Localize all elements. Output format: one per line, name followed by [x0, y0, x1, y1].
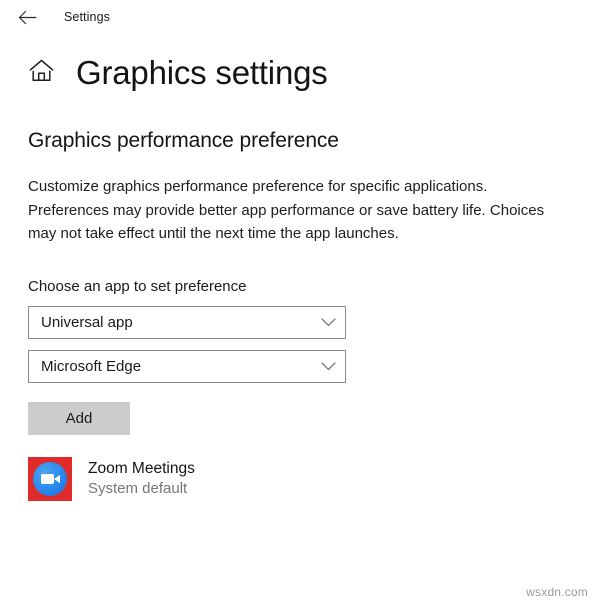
- titlebar-label: Settings: [64, 10, 110, 24]
- watermark: wsxdn.com: [526, 585, 588, 599]
- section-description: Customize graphics performance preferenc…: [28, 178, 545, 243]
- app-status: System default: [88, 480, 188, 498]
- main-content: Graphics performance preference Customiz…: [0, 129, 600, 502]
- back-arrow-icon: [18, 10, 37, 25]
- page-header: Graphics settings: [0, 56, 600, 89]
- page-title: Graphics settings: [76, 54, 328, 91]
- section-heading: Graphics performance preference: [28, 129, 339, 152]
- app-type-dropdown-value: Universal app: [41, 314, 133, 332]
- app-preference-list: Zoom Meetings System default: [28, 457, 576, 502]
- chevron-down-icon: [320, 315, 336, 331]
- list-item[interactable]: Zoom Meetings System default: [28, 457, 576, 502]
- app-name: Zoom Meetings: [88, 459, 195, 477]
- app-name-dropdown-value: Microsoft Edge: [41, 358, 142, 376]
- home-icon: [29, 59, 54, 87]
- app-text-block: Zoom Meetings System default: [88, 459, 195, 499]
- zoom-meetings-icon: [28, 457, 72, 502]
- add-button[interactable]: Add: [28, 402, 130, 436]
- app-type-dropdown[interactable]: Universal app: [28, 306, 346, 340]
- choose-app-label: Choose an app to set preference: [28, 278, 247, 296]
- app-name-dropdown[interactable]: Microsoft Edge: [28, 350, 346, 384]
- chevron-down-icon: [320, 359, 336, 375]
- back-button[interactable]: [12, 4, 42, 30]
- titlebar: Settings: [0, 0, 600, 34]
- home-button[interactable]: [26, 58, 56, 88]
